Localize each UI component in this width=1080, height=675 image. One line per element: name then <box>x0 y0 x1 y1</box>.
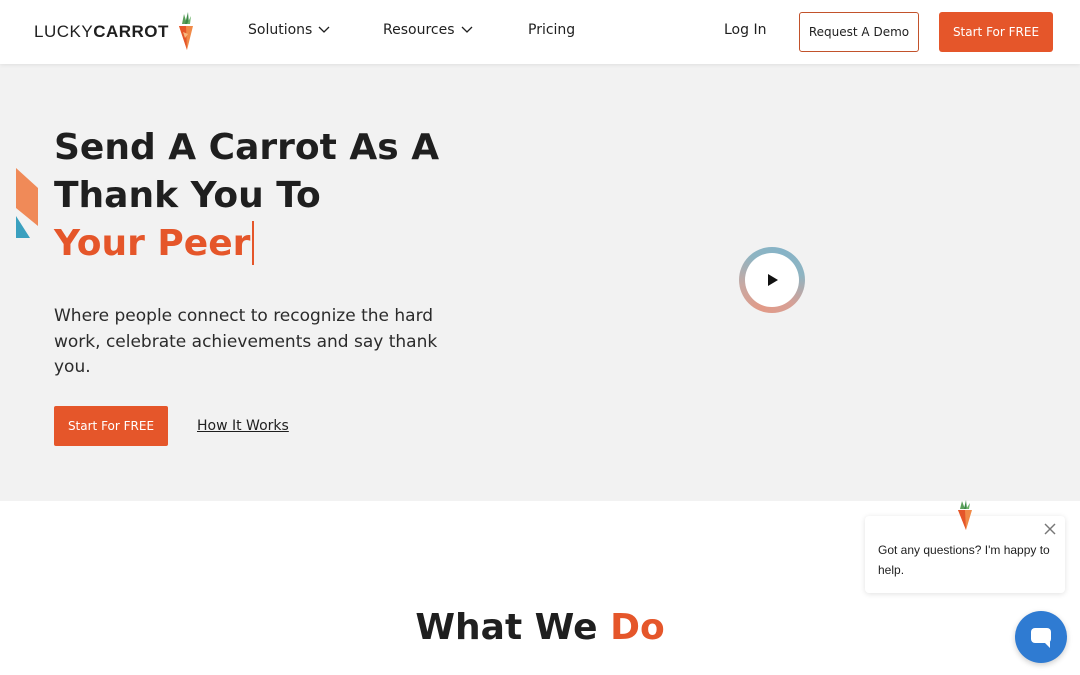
headline-line-2: Thank You To <box>54 175 321 216</box>
chevron-down-icon <box>461 26 472 33</box>
nav-resources[interactable]: Resources <box>383 22 473 38</box>
nav-solutions[interactable]: Solutions <box>248 22 330 38</box>
play-icon <box>768 274 778 286</box>
logo[interactable]: LUCKYCARROT <box>34 12 195 52</box>
request-demo-button[interactable]: Request A Demo <box>799 12 919 52</box>
play-video-button[interactable] <box>739 247 805 313</box>
chevron-down-icon <box>318 26 330 33</box>
start-free-hero-button[interactable]: Start For FREE <box>54 406 168 446</box>
logo-text: LUCKYCARROT <box>34 22 169 41</box>
section-title-accent: Do <box>610 607 665 648</box>
headline-line-1: Send A Carrot As A <box>54 127 440 168</box>
chat-icon <box>1031 628 1051 648</box>
headline-accent: Your Peer <box>54 223 251 264</box>
what-we-do-title: What We Do <box>0 607 1080 648</box>
carrot-avatar-icon <box>958 500 972 530</box>
site-header: LUCKYCARROT Solutions Resources Pricing … <box>0 0 1080 64</box>
carrot-logo-icon <box>178 12 193 50</box>
close-icon[interactable] <box>1043 522 1057 536</box>
typing-cursor <box>252 221 255 265</box>
section-title-main: What We <box>415 607 611 648</box>
hero-subtext: Where people connect to recognize the ha… <box>54 306 438 377</box>
login-link[interactable]: Log In <box>724 22 766 38</box>
play-button-inner <box>745 253 799 307</box>
how-it-works-link[interactable]: How It Works <box>197 418 289 434</box>
chat-launcher-button[interactable] <box>1015 611 1067 663</box>
decorative-shape-icon <box>16 168 38 238</box>
login-label: Log In <box>724 22 767 38</box>
nav-resources-label: Resources <box>383 22 455 38</box>
nav-solutions-label: Solutions <box>248 22 313 38</box>
start-free-header-button[interactable]: Start For FREE <box>939 12 1053 52</box>
nav-pricing[interactable]: Pricing <box>528 22 575 38</box>
nav-pricing-label: Pricing <box>528 22 576 38</box>
hero-headline: Send A Carrot As A Thank You To Your Pee… <box>54 124 474 268</box>
chat-message-text: Got any questions? I'm happy to help. <box>878 543 1050 577</box>
